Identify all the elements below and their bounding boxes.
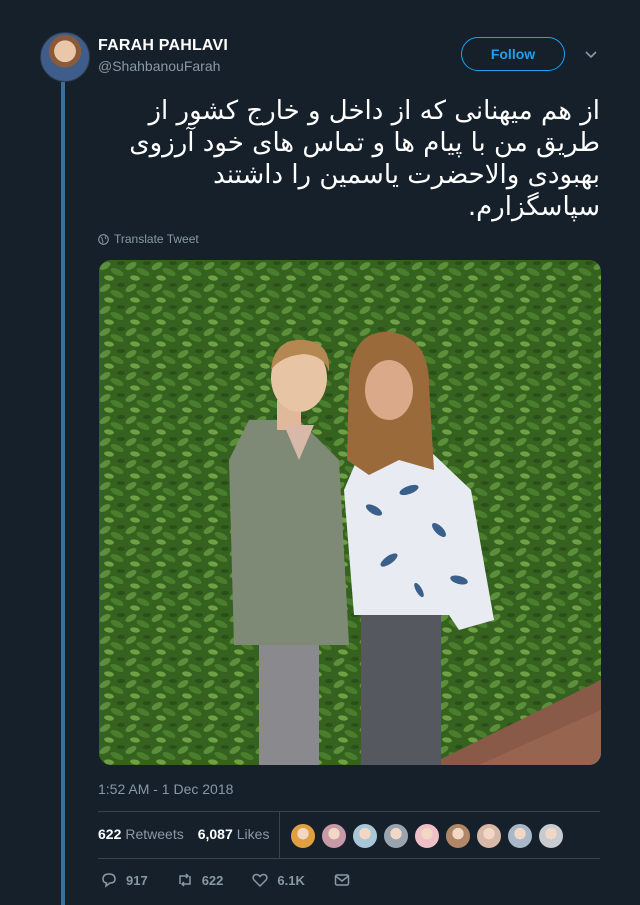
reply-button[interactable]: 917 [100, 871, 148, 889]
stats-separator [279, 812, 280, 858]
retweets-label: Retweets [125, 826, 184, 842]
like-count: 6.1K [277, 872, 305, 888]
action-bar: 917 622 6.1K [100, 871, 379, 889]
heart-icon [252, 873, 269, 888]
tweet-text: از هم میهنانی که از داخل و خارج کشور از … [98, 95, 600, 223]
liker-avatar[interactable] [321, 823, 347, 849]
engagement-stats: 622 Retweets 6,087 Likes [98, 826, 269, 842]
translate-tweet-link[interactable]: Translate Tweet [98, 232, 199, 246]
reply-icon [102, 873, 116, 888]
retweets-stat[interactable]: 622 Retweets [98, 826, 184, 842]
likes-count: 6,087 [197, 826, 233, 842]
envelope-icon [334, 874, 350, 886]
tweet-line: سپاسگزارم. [467, 192, 600, 222]
retweet-icon [178, 873, 191, 887]
divider [98, 811, 600, 812]
likes-stat[interactable]: 6,087 Likes [198, 826, 270, 842]
tweet-line: از هم میهنانی که از داخل و خارج کشور از [148, 96, 601, 126]
retweets-count: 622 [98, 826, 122, 842]
author-handle[interactable]: @ShahbanouFarah [98, 58, 220, 74]
photo-illustration [99, 260, 601, 765]
like-button[interactable]: 6.1K [251, 871, 305, 889]
avatar[interactable] [40, 32, 90, 82]
reply-count: 917 [126, 872, 148, 888]
follow-button[interactable]: Follow [461, 37, 565, 71]
liker-avatar[interactable] [476, 823, 502, 849]
liker-avatar[interactable] [352, 823, 378, 849]
tweet-photo[interactable] [99, 260, 601, 765]
liker-avatars [290, 823, 564, 849]
liker-avatar[interactable] [507, 823, 533, 849]
thread-line [61, 82, 65, 905]
liker-avatar[interactable] [445, 823, 471, 849]
globe-icon [98, 233, 109, 245]
timestamp[interactable]: 1:52 AM - 1 Dec 2018 [98, 781, 233, 797]
tweet-line: بهبودی والاحضرت یاسمین را داشتند [213, 160, 600, 190]
liker-avatar[interactable] [383, 823, 409, 849]
retweet-count: 622 [201, 872, 224, 888]
liker-avatar[interactable] [414, 823, 440, 849]
liker-avatar[interactable] [290, 823, 316, 849]
tweet-line: طریق من با پیام ها و تماس های خود آرزوی [129, 128, 600, 158]
liker-avatar[interactable] [538, 823, 564, 849]
author-name[interactable]: FARAH PAHLAVI [98, 37, 228, 55]
chevron-down-icon[interactable] [583, 46, 599, 62]
retweet-button[interactable]: 622 [176, 871, 224, 889]
likes-label: Likes [236, 826, 270, 842]
translate-label: Translate Tweet [114, 232, 199, 246]
divider [98, 858, 600, 859]
direct-message-button[interactable] [333, 871, 351, 889]
